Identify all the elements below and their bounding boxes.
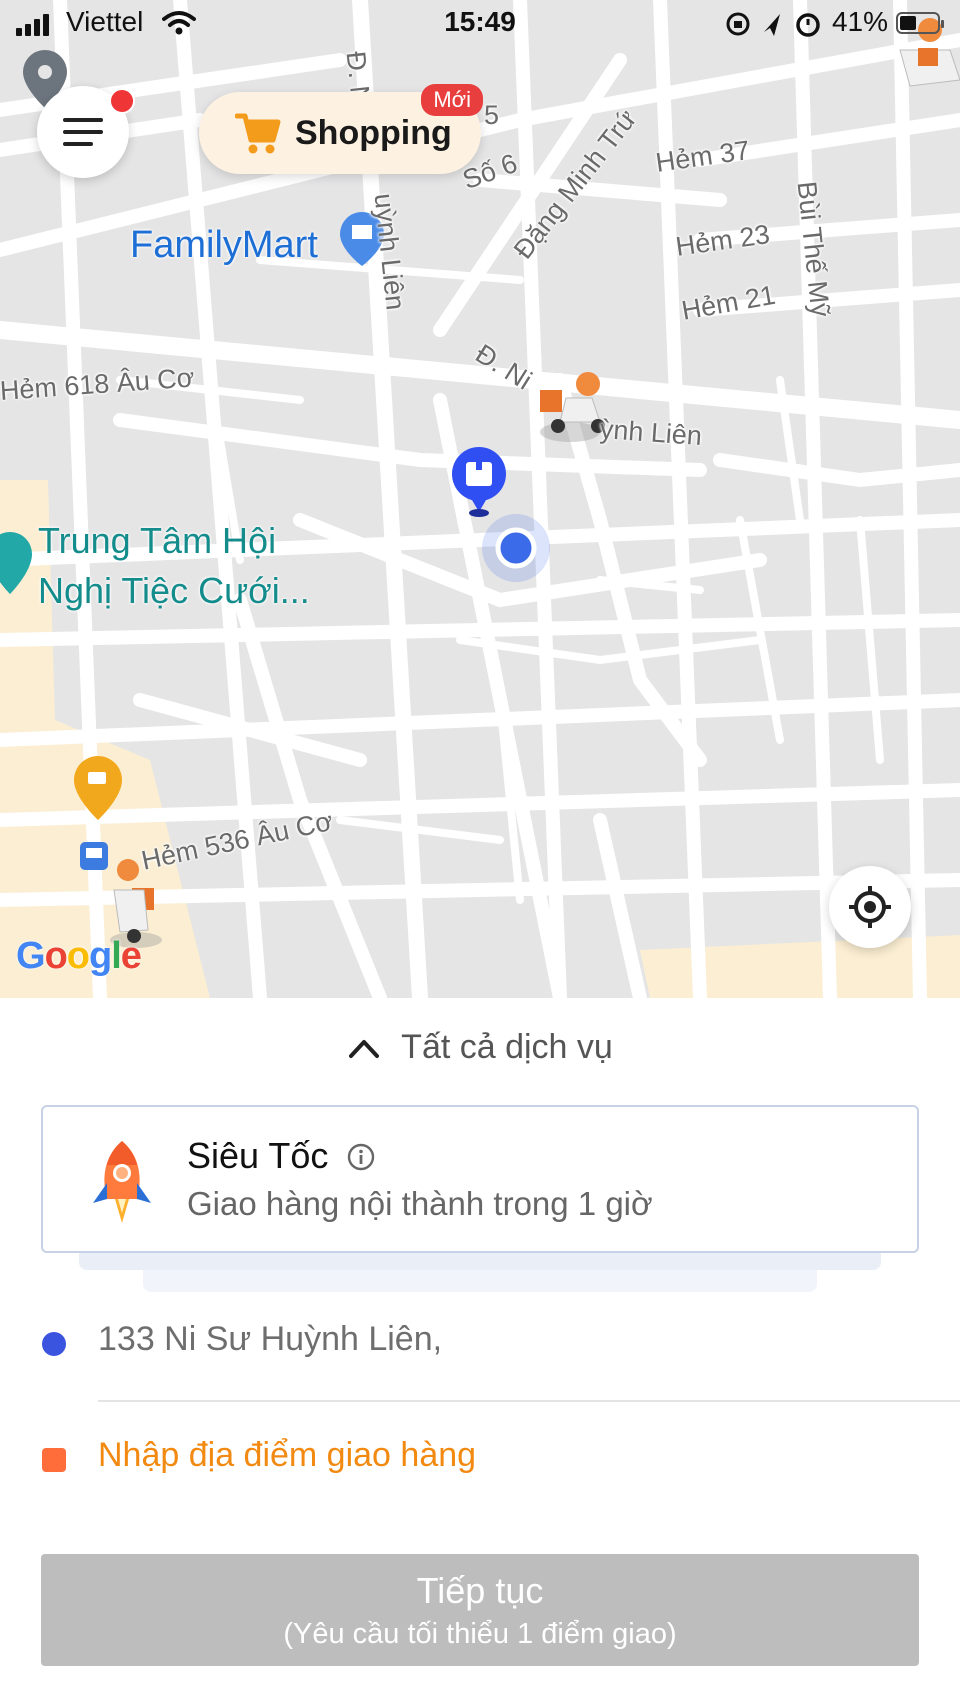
- pickup-address: 133 Ni Sư Huỳnh Liên,: [98, 1320, 443, 1358]
- shopping-button[interactable]: Shopping Mới: [199, 84, 483, 174]
- dropoff-field[interactable]: Nhập địa điểm giao hàng: [0, 1414, 960, 1504]
- shopping-label: Shopping: [295, 113, 452, 152]
- service-name: Siêu Tốc: [187, 1135, 329, 1176]
- service-card-sieu-toc[interactable]: Siêu Tốc Giao hàng nội thành trong 1 giờ: [41, 1105, 919, 1253]
- continue-label: Tiếp tục: [416, 1570, 544, 1611]
- new-badge: Mới: [421, 84, 483, 116]
- current-location-icon: [482, 514, 550, 582]
- service-description: Giao hàng nội thành trong 1 giờ: [187, 1185, 653, 1222]
- status-icons: [726, 12, 820, 37]
- locate-button[interactable]: [829, 866, 911, 948]
- status-bar: Viettel 15:49 41%: [0, 0, 960, 52]
- battery-icon: [896, 12, 944, 34]
- divider: [98, 1400, 960, 1402]
- bus-stop-icon: [80, 842, 108, 870]
- poi-wedding-venue-line1[interactable]: Trung Tâm Hội: [38, 516, 276, 566]
- menu-icon: [63, 118, 103, 154]
- poi-familymart[interactable]: FamilyMart: [130, 224, 318, 267]
- all-services-toggle[interactable]: Tất cả dịch vụ: [0, 1028, 960, 1067]
- dropoff-marker-icon: [42, 1448, 66, 1472]
- dropoff-placeholder: Nhập địa điểm giao hàng: [98, 1436, 477, 1474]
- google-logo: Google: [16, 935, 142, 977]
- pickup-marker-icon: [42, 1332, 66, 1356]
- notification-dot: [109, 88, 135, 114]
- rocket-icon: [93, 1141, 151, 1223]
- pickup-field[interactable]: 133 Ni Sư Huỳnh Liên,: [0, 1298, 960, 1388]
- locate-icon: [849, 886, 891, 928]
- continue-note: (Yêu cầu tối thiểu 1 điểm giao): [283, 1618, 677, 1650]
- street-label: 5: [484, 100, 500, 130]
- battery-percent: 41%: [831, 6, 888, 37]
- all-services-label: Tất cả dịch vụ: [401, 1028, 613, 1066]
- booking-sheet: Tất cả dịch vụ Siêu Tốc Giao hàng nội th…: [0, 998, 960, 1707]
- poi-wedding-venue-line2[interactable]: Nghị Tiệc Cưới...: [38, 566, 310, 616]
- cart-icon: [235, 113, 281, 154]
- continue-button[interactable]: Tiếp tục (Yêu cầu tối thiểu 1 điểm giao): [41, 1554, 919, 1666]
- map-view[interactable]: Đ. Ni uỳnh Liên 5 Số 6 Đặng Minh Trứ Hẻm…: [0, 0, 960, 998]
- info-icon[interactable]: [347, 1143, 375, 1171]
- menu-button[interactable]: [37, 86, 135, 178]
- chevron-up-icon: [349, 1039, 380, 1058]
